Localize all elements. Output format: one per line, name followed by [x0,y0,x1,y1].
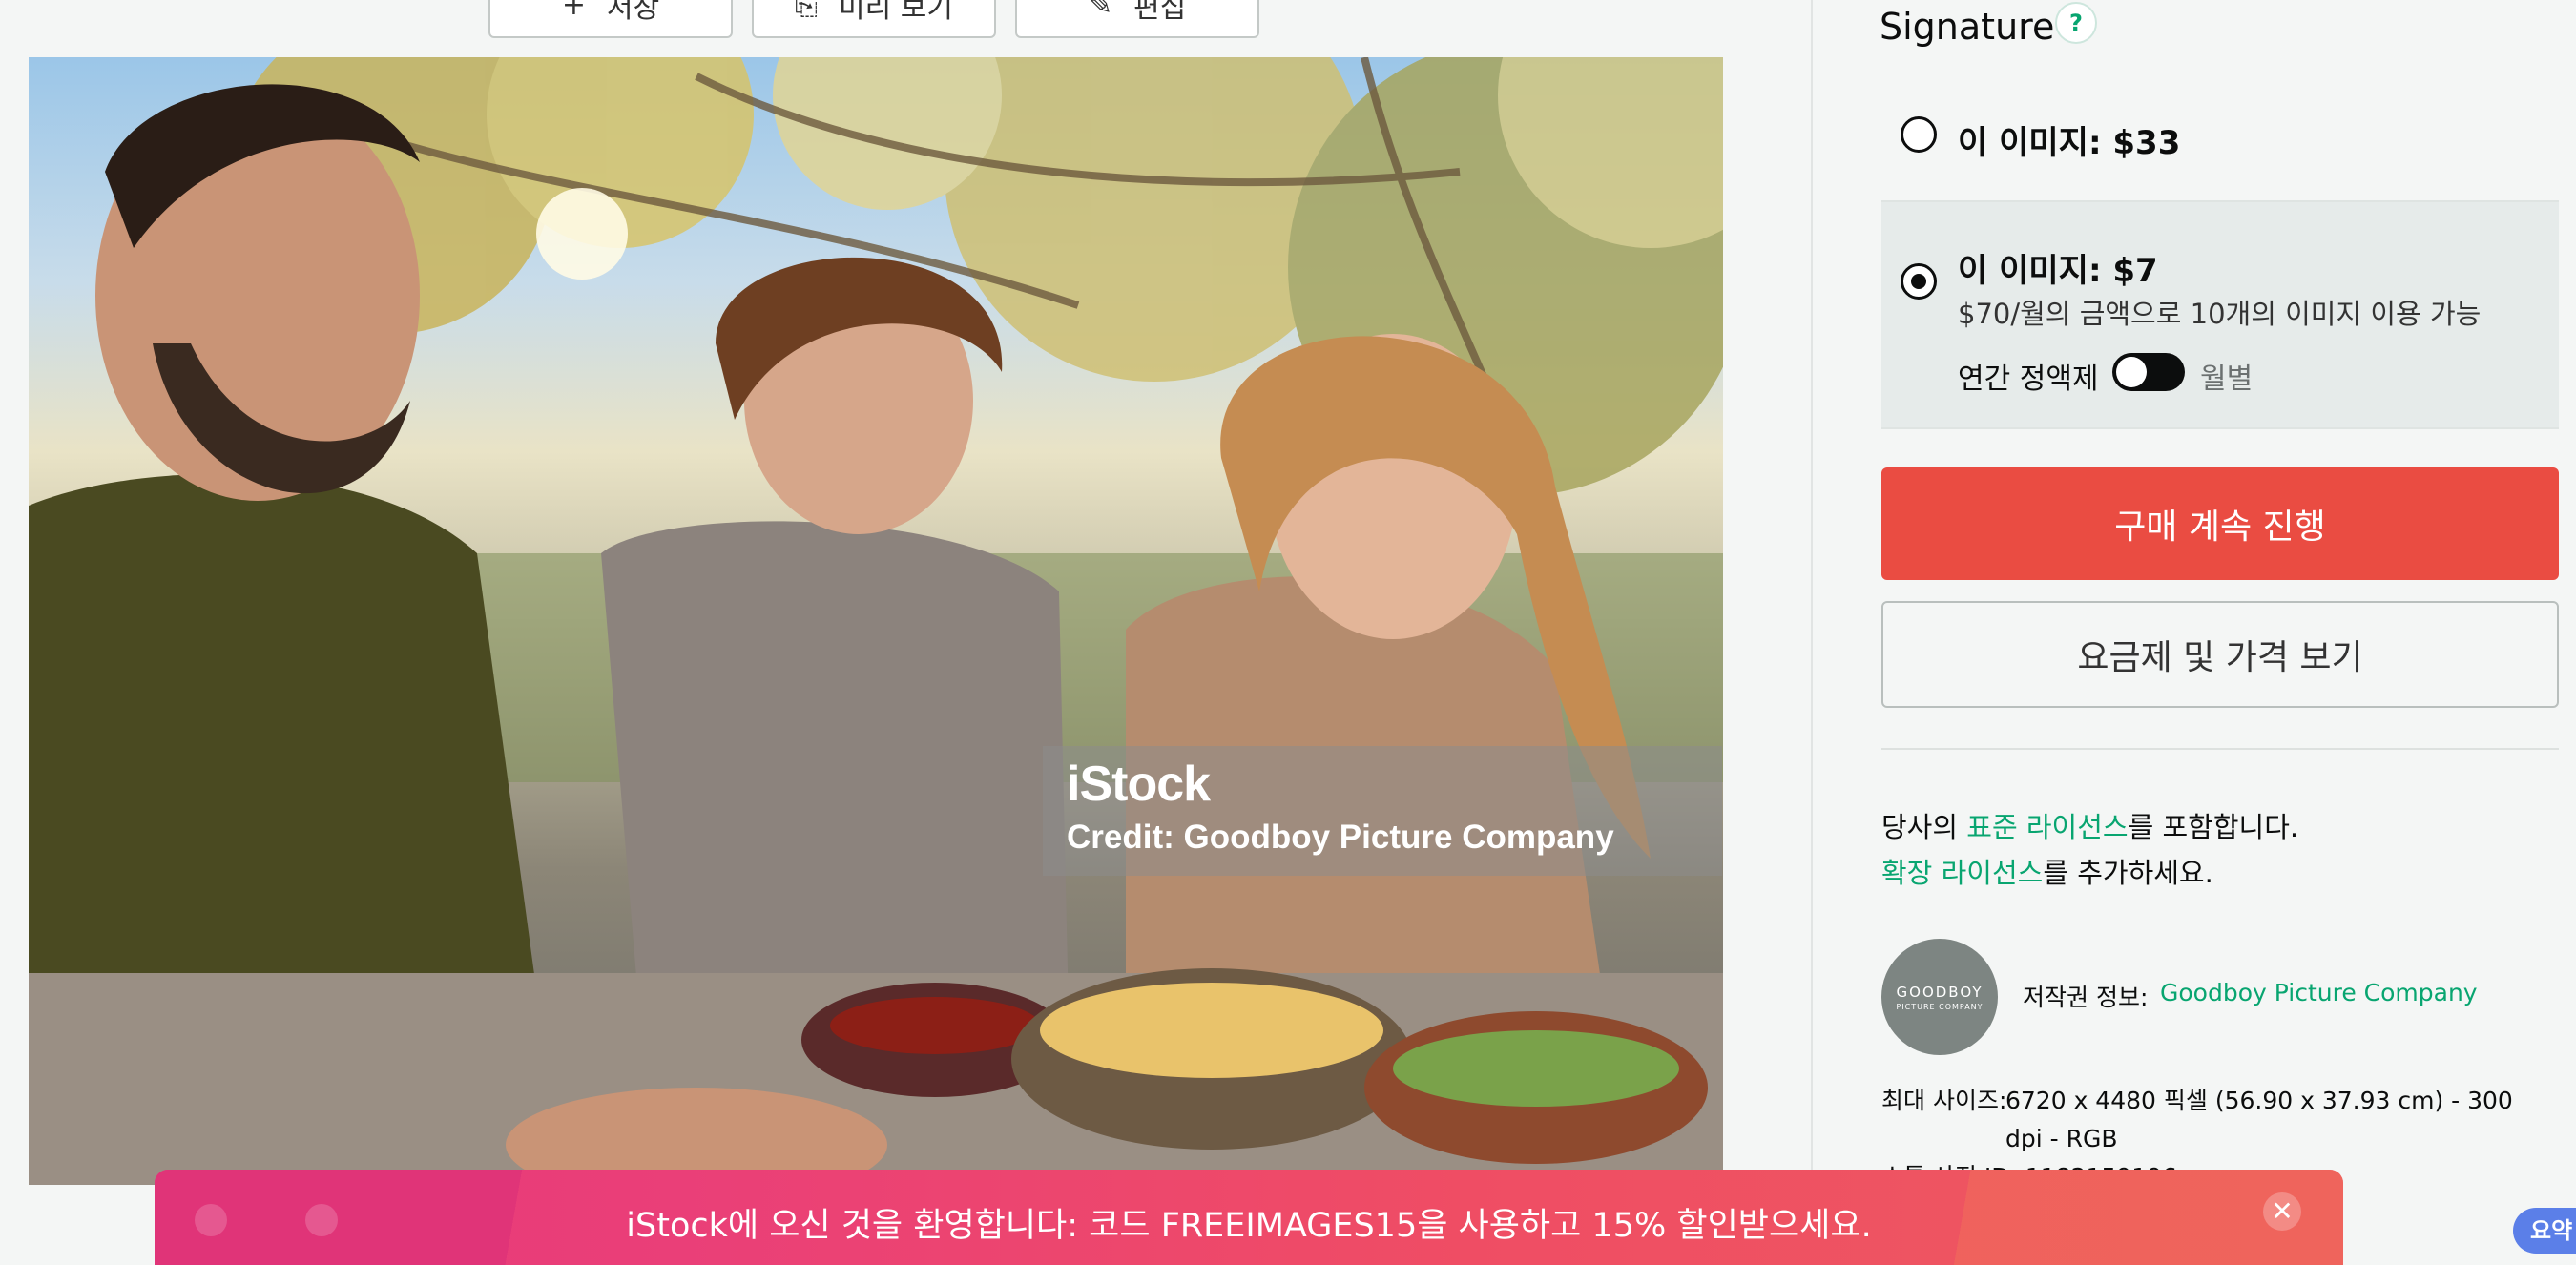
option-subscription-detail: $70/월의 금액으로 10개의 이미지 이용 가능 [1958,298,2482,330]
save-button[interactable]: + 저장 [488,0,733,38]
close-icon[interactable]: ✕ [2263,1192,2301,1231]
preview-icon: ⎘ [795,0,819,22]
preview-label: 미리 보기 [839,0,953,25]
avatar-subtext: PICTURE COMPANY [1896,1002,1984,1011]
save-label: 저장 [606,0,660,25]
promo-banner: iStock에 오신 것을 환영합니다: 코드 FREEIMAGES15을 사용… [155,1170,2343,1265]
copyright-label: 저작권 정보: [2023,984,2149,1011]
toggle-knob [2116,357,2147,387]
summary-button[interactable]: 요약 [2513,1208,2576,1254]
extended-license-line: 확장 라이선스를 추가하세요. [1881,851,2213,891]
watermark-credit: Credit: Goodboy Picture Company [1067,819,1614,856]
extended-license-link[interactable]: 확장 라이선스 [1881,857,2043,889]
image-panel: + 저장 ⎘ 미리 보기 ✎ 편집 iStock Credit: Goodboy… [0,0,1811,1254]
divider [1881,748,2559,750]
plan-title: Signature [1880,6,2055,48]
copyright-link[interactable]: Goodboy Picture Company [2160,979,2478,1006]
license-suffix: 를 포함합니다. [2128,811,2299,843]
standard-license-link[interactable]: 표준 라이선스 [1966,811,2128,843]
promo-text: iStock에 오신 것을 환영합니다: 코드 FREEIMAGES15을 사용… [626,1207,1872,1245]
edit-button[interactable]: ✎ 편집 [1015,0,1259,38]
option-single-radio[interactable] [1901,116,1937,153]
avatar-text: GOODBOY [1896,983,1984,1001]
max-size-label: 최대 사이즈: [1881,1087,2007,1114]
option-single-label[interactable]: 이 이미지: $33 [1958,116,2180,163]
max-size-value: 6720 x 4480 픽셀 (56.90 x 37.93 cm) - 300 … [2005,1087,2513,1152]
preview-button[interactable]: ⎘ 미리 보기 [752,0,996,38]
monthly-label: 월별 [2200,363,2254,396]
annual-plan-label: 연간 정액제 [1958,363,2099,396]
view-plans-button[interactable]: 요금제 및 가격 보기 [1881,601,2559,708]
option-subscription-radio[interactable] [1901,263,1937,300]
extended-license-suffix: 를 추가하세요. [2043,857,2213,889]
continue-purchase-button[interactable]: 구매 계속 진행 [1881,467,2559,580]
standard-license-line: 당사의 표준 라이선스를 포함합니다. [1881,805,2298,845]
pricing-sidebar: Signature ? 이 이미지: $33 이 이미지: $7 $70/월의 … [1811,0,2576,1254]
license-prefix: 당사의 [1881,811,1967,843]
edit-icon: ✎ [1088,0,1112,22]
stock-photo[interactable]: iStock Credit: Goodboy Picture Company 1… [29,57,1723,1185]
edit-label: 편집 [1132,0,1187,25]
photo-illustration [29,57,1723,1185]
plus-icon: + [561,0,586,22]
contributor-avatar[interactable]: GOODBOY PICTURE COMPANY [1881,939,1998,1055]
option-subscription-label[interactable]: 이 이미지: $7 [1958,244,2158,291]
watermark-logo: iStock [1067,757,1211,812]
billing-toggle[interactable] [2112,353,2185,391]
help-icon[interactable]: ? [2055,2,2097,44]
